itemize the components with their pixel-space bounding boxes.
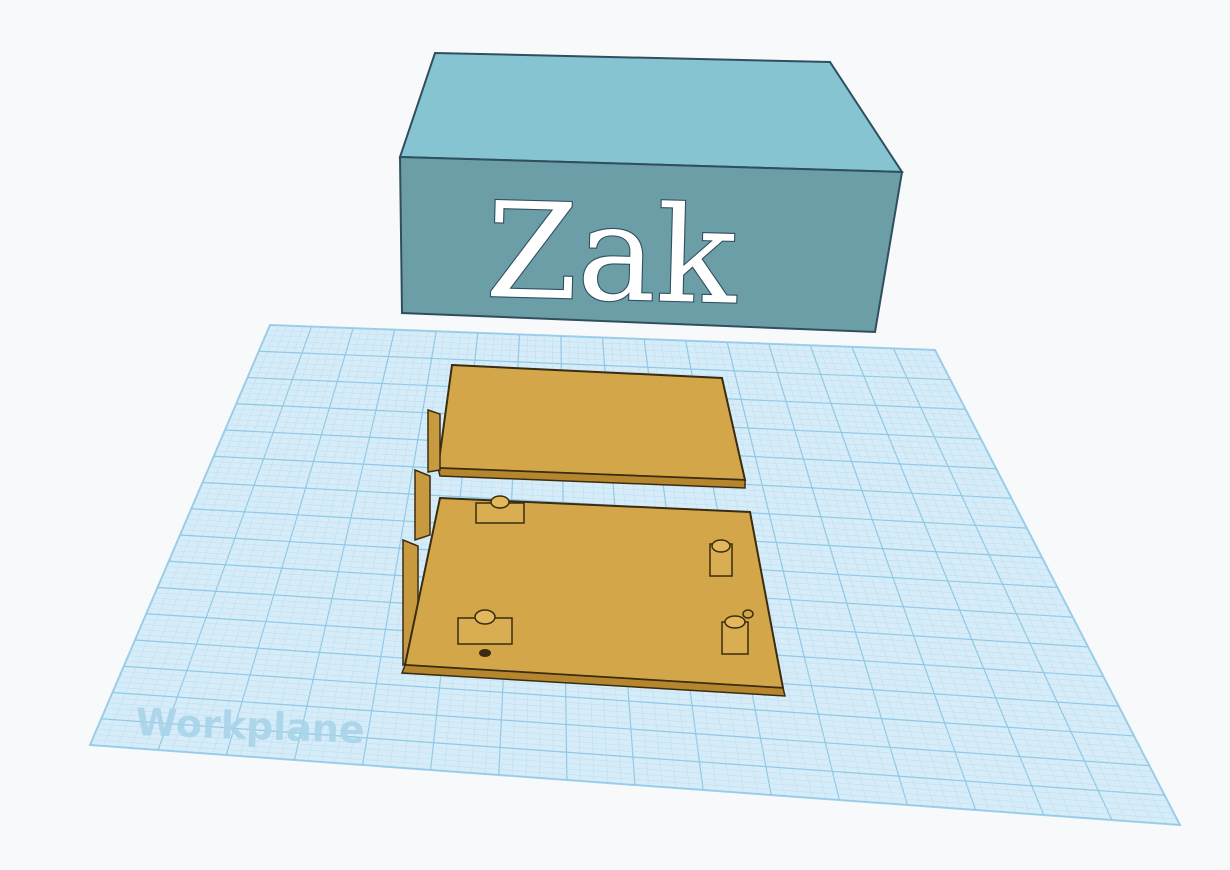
design-viewport[interactable]: Workplane Zak [0, 0, 1230, 870]
back-plate[interactable] [436, 363, 747, 489]
workplane-label: Workplane [135, 700, 366, 752]
lid-box[interactable]: Zak [398, 51, 904, 336]
lid-text[interactable]: Zak [483, 173, 741, 336]
standoff-top-right[interactable] [709, 539, 733, 577]
scene-canvas[interactable]: Workplane Zak [0, 0, 1230, 870]
